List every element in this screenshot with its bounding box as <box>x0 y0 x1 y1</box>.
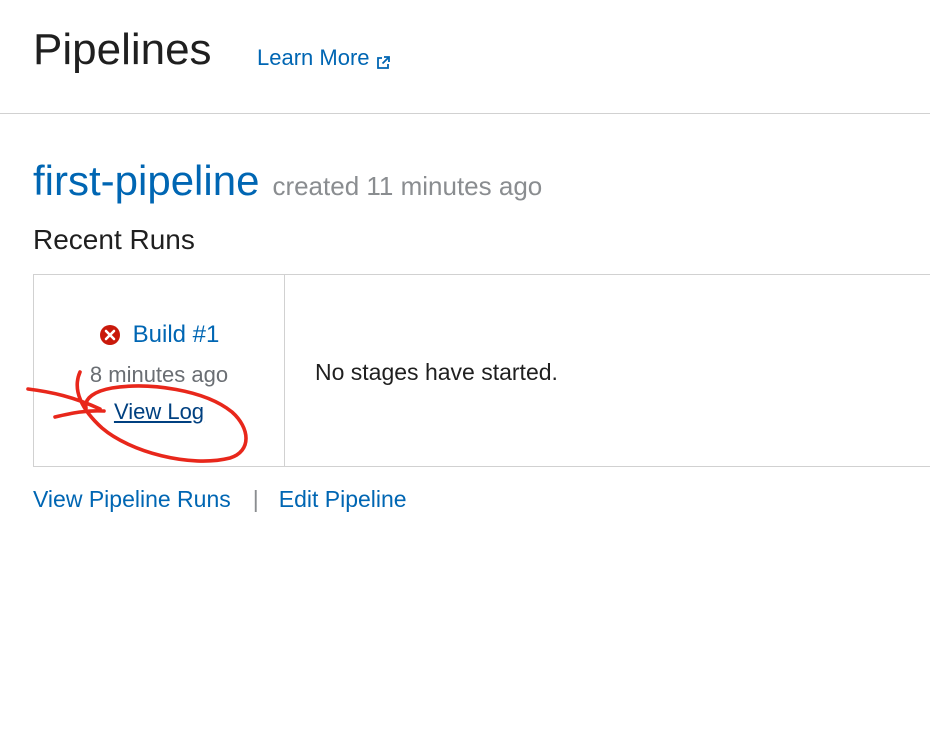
pipeline-created-time: created 11 minutes ago <box>272 171 543 201</box>
page-header: Pipelines Learn More <box>0 0 930 114</box>
run-time: 8 minutes ago <box>89 362 229 387</box>
run-title: Build #1 <box>34 320 284 350</box>
build-link[interactable]: Build #1 <box>133 320 220 350</box>
view-log-container: View Log <box>34 398 284 426</box>
external-link-icon <box>375 50 391 69</box>
view-log-link[interactable]: View Log <box>114 399 204 424</box>
page: Pipelines Learn More first-pipeline crea… <box>0 0 930 730</box>
link-separator: | <box>252 486 259 512</box>
run-card: Build #1 8 minutes ago View Log <box>34 275 285 466</box>
learn-more-link[interactable]: Learn More <box>257 44 391 72</box>
learn-more-label: Learn More <box>257 45 370 70</box>
error-circle-icon <box>99 324 121 346</box>
edit-pipeline-link[interactable]: Edit Pipeline <box>279 484 407 514</box>
footer-links: View Pipeline Runs | Edit Pipeline <box>33 484 407 514</box>
recent-runs-panel: Build #1 8 minutes ago View Log No stage… <box>33 274 930 467</box>
recent-runs-title: Recent Runs <box>33 224 195 255</box>
pipeline-heading: first-pipeline created 11 minutes ago <box>33 155 542 207</box>
page-title: Pipelines <box>33 25 212 74</box>
view-pipeline-runs-link[interactable]: View Pipeline Runs <box>33 484 231 514</box>
stages-message: No stages have started. <box>315 359 558 385</box>
pipeline-name-link[interactable]: first-pipeline <box>33 155 259 207</box>
